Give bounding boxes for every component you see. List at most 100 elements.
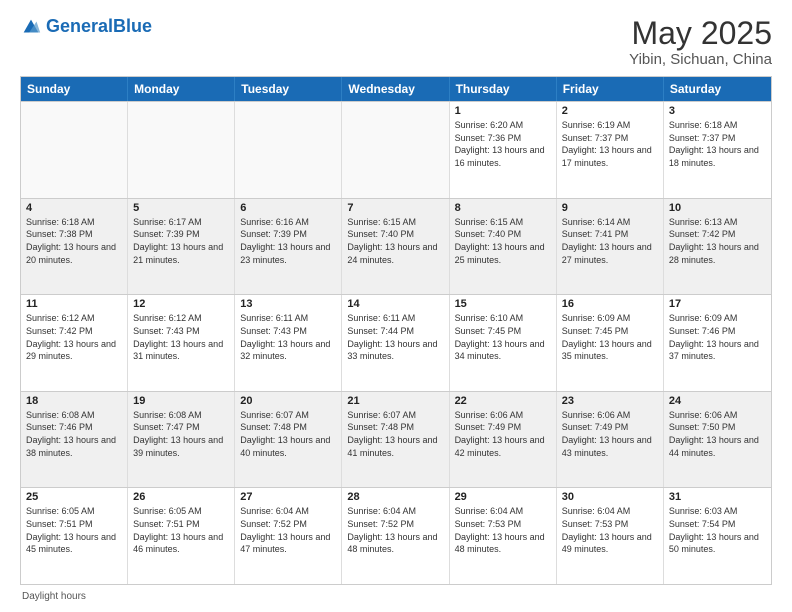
calendar-cell: 10Sunrise: 6:13 AMSunset: 7:42 PMDayligh… bbox=[664, 199, 771, 295]
cell-info: Sunrise: 6:04 AMSunset: 7:52 PMDaylight:… bbox=[240, 505, 336, 555]
calendar-cell bbox=[128, 102, 235, 198]
calendar-cell: 28 Sunrise: 6:04 AMSunset: 7:52 PMDayligh… bbox=[342, 488, 449, 584]
cell-info: Sunrise: 6:14 AMSunset: 7:41 PMDaylight:… bbox=[562, 216, 658, 266]
calendar-row-3: 11 Sunrise: 6:12 AMSunset: 7:42 PMDayligh… bbox=[21, 294, 771, 391]
calendar-cell bbox=[235, 102, 342, 198]
calendar-cell: 30 Sunrise: 6:04 AMSunset: 7:53 PMDayligh… bbox=[557, 488, 664, 584]
calendar-cell: 17 Sunrise: 6:09 AMSunset: 7:46 PMDayligh… bbox=[664, 295, 771, 391]
day-number: 4 bbox=[26, 202, 122, 214]
day-number: 24 bbox=[669, 395, 766, 407]
calendar-cell: 1Sunrise: 6:20 AMSunset: 7:36 PMDaylight… bbox=[450, 102, 557, 198]
day-number: 30 bbox=[562, 491, 658, 503]
calendar-cell: 20 Sunrise: 6:07 AMSunset: 7:48 PMDayligh… bbox=[235, 392, 342, 488]
cell-info: Sunrise: 6:17 AMSunset: 7:39 PMDaylight:… bbox=[133, 216, 229, 266]
day-number: 27 bbox=[240, 491, 336, 503]
calendar-cell: 11 Sunrise: 6:12 AMSunset: 7:42 PMDayligh… bbox=[21, 295, 128, 391]
cell-info: Sunrise: 6:07 AMSunset: 7:48 PMDaylight:… bbox=[240, 409, 336, 459]
day-number: 29 bbox=[455, 491, 551, 503]
calendar-row-1: 1Sunrise: 6:20 AMSunset: 7:36 PMDaylight… bbox=[21, 101, 771, 198]
day-number: 7 bbox=[347, 202, 443, 214]
calendar-cell: 6 Sunrise: 6:16 AMSunset: 7:39 PMDaylight… bbox=[235, 199, 342, 295]
cell-info: Sunrise: 6:10 AMSunset: 7:45 PMDaylight:… bbox=[455, 312, 551, 362]
calendar-row-5: 25 Sunrise: 6:05 AMSunset: 7:51 PMDayligh… bbox=[21, 487, 771, 584]
calendar-cell: 4 Sunrise: 6:18 AMSunset: 7:38 PMDaylight… bbox=[21, 199, 128, 295]
calendar-cell: 12Sunrise: 6:12 AMSunset: 7:43 PMDayligh… bbox=[128, 295, 235, 391]
header: GeneralBlue May 2025 Yibin, Sichuan, Chi… bbox=[20, 16, 772, 68]
calendar-cell: 22 Sunrise: 6:06 AMSunset: 7:49 PMDayligh… bbox=[450, 392, 557, 488]
cell-info: Sunrise: 6:11 AMSunset: 7:43 PMDaylight:… bbox=[240, 312, 336, 362]
calendar-cell: 24 Sunrise: 6:06 AMSunset: 7:50 PMDayligh… bbox=[664, 392, 771, 488]
day-number: 17 bbox=[669, 298, 766, 310]
day-number: 25 bbox=[26, 491, 122, 503]
cell-info: Sunrise: 6:18 AMSunset: 7:38 PMDaylight:… bbox=[26, 216, 122, 266]
day-number: 16 bbox=[562, 298, 658, 310]
cell-info: Sunrise: 6:06 AMSunset: 7:49 PMDaylight:… bbox=[455, 409, 551, 459]
weekday-header-thursday: Thursday bbox=[450, 77, 557, 101]
title-block: May 2025 Yibin, Sichuan, China bbox=[629, 16, 772, 68]
cell-info: Sunrise: 6:05 AMSunset: 7:51 PMDaylight:… bbox=[133, 505, 229, 555]
weekday-header-monday: Monday bbox=[128, 77, 235, 101]
day-number: 6 bbox=[240, 202, 336, 214]
calendar-row-2: 4 Sunrise: 6:18 AMSunset: 7:38 PMDaylight… bbox=[21, 198, 771, 295]
day-number: 19 bbox=[133, 395, 229, 407]
day-number: 26 bbox=[133, 491, 229, 503]
logo: GeneralBlue bbox=[20, 16, 152, 38]
calendar-cell: 14Sunrise: 6:11 AMSunset: 7:44 PMDayligh… bbox=[342, 295, 449, 391]
cell-info: Sunrise: 6:15 AMSunset: 7:40 PMDaylight:… bbox=[347, 216, 443, 266]
day-number: 22 bbox=[455, 395, 551, 407]
calendar-cell: 5 Sunrise: 6:17 AMSunset: 7:39 PMDaylight… bbox=[128, 199, 235, 295]
calendar-body: 1Sunrise: 6:20 AMSunset: 7:36 PMDaylight… bbox=[21, 101, 771, 584]
day-number: 2 bbox=[562, 105, 658, 117]
cell-info: Sunrise: 6:04 AMSunset: 7:52 PMDaylight:… bbox=[347, 505, 443, 555]
day-number: 14 bbox=[347, 298, 443, 310]
calendar-cell: 18 Sunrise: 6:08 AMSunset: 7:46 PMDayligh… bbox=[21, 392, 128, 488]
weekday-header-friday: Friday bbox=[557, 77, 664, 101]
calendar-cell: 26 Sunrise: 6:05 AMSunset: 7:51 PMDayligh… bbox=[128, 488, 235, 584]
cell-info: Sunrise: 6:04 AMSunset: 7:53 PMDaylight:… bbox=[562, 505, 658, 555]
cell-info: Sunrise: 6:09 AMSunset: 7:45 PMDaylight:… bbox=[562, 312, 658, 362]
cell-info: Sunrise: 6:13 AMSunset: 7:42 PMDaylight:… bbox=[669, 216, 766, 266]
day-number: 18 bbox=[26, 395, 122, 407]
cell-info: Sunrise: 6:09 AMSunset: 7:46 PMDaylight:… bbox=[669, 312, 766, 362]
calendar-cell: 2Sunrise: 6:19 AMSunset: 7:37 PMDaylight… bbox=[557, 102, 664, 198]
calendar-header: SundayMondayTuesdayWednesdayThursdayFrid… bbox=[21, 77, 771, 101]
calendar-cell: 15 Sunrise: 6:10 AMSunset: 7:45 PMDayligh… bbox=[450, 295, 557, 391]
calendar-cell: 23 Sunrise: 6:06 AMSunset: 7:49 PMDayligh… bbox=[557, 392, 664, 488]
day-number: 12 bbox=[133, 298, 229, 310]
cell-info: Sunrise: 6:08 AMSunset: 7:46 PMDaylight:… bbox=[26, 409, 122, 459]
calendar-cell bbox=[21, 102, 128, 198]
cell-info: Sunrise: 6:16 AMSunset: 7:39 PMDaylight:… bbox=[240, 216, 336, 266]
calendar-cell: 16 Sunrise: 6:09 AMSunset: 7:45 PMDayligh… bbox=[557, 295, 664, 391]
day-number: 21 bbox=[347, 395, 443, 407]
cell-info: Sunrise: 6:03 AMSunset: 7:54 PMDaylight:… bbox=[669, 505, 766, 555]
calendar-subtitle: Yibin, Sichuan, China bbox=[629, 51, 772, 68]
day-number: 9 bbox=[562, 202, 658, 214]
day-number: 15 bbox=[455, 298, 551, 310]
cell-info: Sunrise: 6:07 AMSunset: 7:48 PMDaylight:… bbox=[347, 409, 443, 459]
day-number: 5 bbox=[133, 202, 229, 214]
day-number: 31 bbox=[669, 491, 766, 503]
calendar-cell bbox=[342, 102, 449, 198]
cell-info: Sunrise: 6:12 AMSunset: 7:42 PMDaylight:… bbox=[26, 312, 122, 362]
cell-info: Sunrise: 6:18 AMSunset: 7:37 PMDaylight:… bbox=[669, 119, 766, 169]
day-number: 23 bbox=[562, 395, 658, 407]
cell-info: Sunrise: 6:05 AMSunset: 7:51 PMDaylight:… bbox=[26, 505, 122, 555]
weekday-header-tuesday: Tuesday bbox=[235, 77, 342, 101]
weekday-header-wednesday: Wednesday bbox=[342, 77, 449, 101]
logo-text: GeneralBlue bbox=[46, 17, 152, 37]
day-number: 3 bbox=[669, 105, 766, 117]
footer: Daylight hours bbox=[20, 591, 772, 602]
calendar-title: May 2025 bbox=[629, 16, 772, 51]
page: GeneralBlue May 2025 Yibin, Sichuan, Chi… bbox=[0, 0, 792, 612]
calendar-cell: 7 Sunrise: 6:15 AMSunset: 7:40 PMDaylight… bbox=[342, 199, 449, 295]
day-number: 28 bbox=[347, 491, 443, 503]
calendar-row-4: 18 Sunrise: 6:08 AMSunset: 7:46 PMDayligh… bbox=[21, 391, 771, 488]
calendar-cell: 25 Sunrise: 6:05 AMSunset: 7:51 PMDayligh… bbox=[21, 488, 128, 584]
calendar-cell: 27 Sunrise: 6:04 AMSunset: 7:52 PMDayligh… bbox=[235, 488, 342, 584]
day-number: 8 bbox=[455, 202, 551, 214]
day-number: 11 bbox=[26, 298, 122, 310]
cell-info: Sunrise: 6:06 AMSunset: 7:50 PMDaylight:… bbox=[669, 409, 766, 459]
day-number: 20 bbox=[240, 395, 336, 407]
cell-info: Sunrise: 6:06 AMSunset: 7:49 PMDaylight:… bbox=[562, 409, 658, 459]
cell-info: Sunrise: 6:08 AMSunset: 7:47 PMDaylight:… bbox=[133, 409, 229, 459]
